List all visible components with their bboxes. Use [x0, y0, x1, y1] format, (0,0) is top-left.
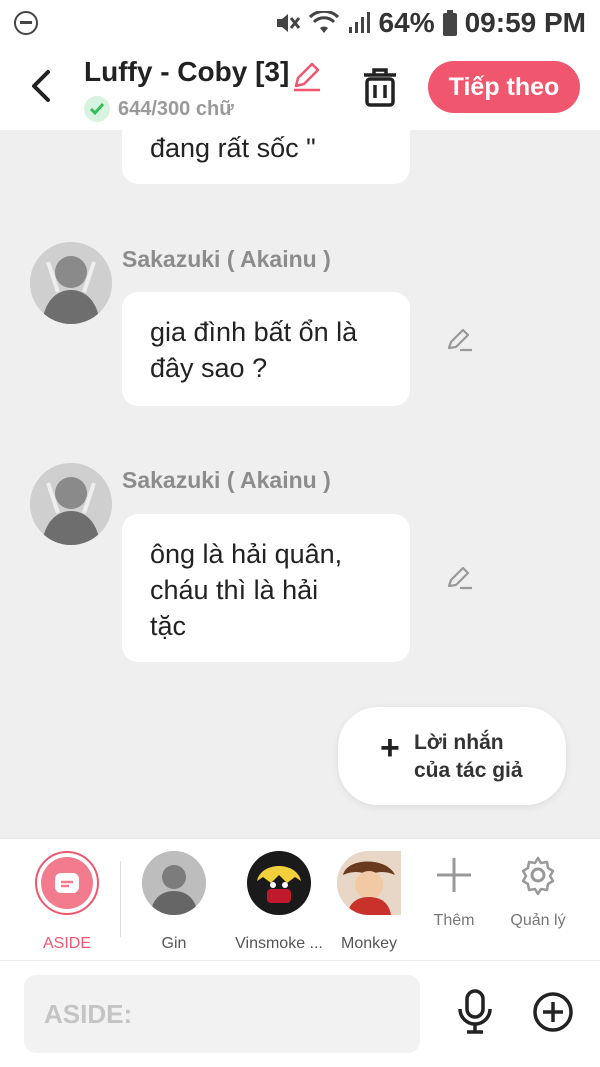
character-monkey[interactable]: Monkey — [324, 851, 414, 953]
avatar[interactable] — [30, 463, 112, 545]
message-line: ông là hải quân, — [150, 539, 343, 569]
trash-icon[interactable] — [360, 66, 400, 108]
signal-icon — [348, 12, 370, 33]
add-character-button[interactable]: Thêm — [414, 855, 494, 930]
do-not-disturb-icon — [14, 11, 38, 35]
character-label: ASIDE — [42, 935, 91, 952]
edit-message-icon[interactable] — [446, 326, 474, 352]
gear-icon — [521, 856, 555, 896]
author-note-button[interactable]: + Lời nhắn của tác giả — [338, 707, 566, 805]
mute-icon — [276, 14, 300, 32]
back-arrow-icon[interactable] — [26, 68, 58, 104]
avatar — [337, 851, 401, 915]
plus-icon — [437, 858, 471, 892]
battery-icon — [442, 10, 457, 36]
character-label: Gin — [161, 935, 187, 952]
character-aside[interactable]: ASIDE — [22, 851, 112, 953]
check-icon — [84, 96, 110, 122]
status-bar: 64% 09:59 PM — [0, 0, 600, 46]
author-note-line2: của tác giả — [414, 759, 523, 782]
input-bar — [0, 960, 600, 1067]
plus-icon: + — [380, 729, 400, 767]
message-line: tặc — [150, 611, 187, 641]
message-line: gia đình bất ổn là — [150, 317, 358, 347]
character-vinsmoke[interactable]: Vinsmoke ... — [234, 851, 324, 953]
edit-message-icon[interactable] — [446, 564, 474, 590]
character-label: Monkey — [340, 935, 398, 952]
divider — [120, 861, 121, 937]
character-gin[interactable]: Gin — [129, 851, 219, 953]
sender-name: Sakazuki ( Akainu ) — [122, 467, 331, 493]
message-input[interactable] — [24, 975, 420, 1053]
character-label: Vinsmoke ... — [235, 935, 323, 952]
message-bubble[interactable]: gia đình bất ổn là đây sao ? — [122, 292, 410, 406]
add-circle-icon[interactable] — [532, 991, 574, 1033]
manage-label: Quản lý — [510, 912, 566, 929]
message-bubble[interactable]: đang rất sốc " — [122, 118, 410, 184]
avatar[interactable] — [30, 242, 112, 324]
edit-title-icon[interactable] — [290, 58, 324, 92]
character-bar: ASIDE Gin Vinsmoke ... Monkey Thêm Quản … — [0, 838, 600, 960]
sender-name: Sakazuki ( Akainu ) — [122, 246, 331, 272]
aside-selected-ring — [35, 851, 99, 915]
avatar — [247, 851, 311, 915]
battery-percent: 64% — [378, 7, 435, 38]
wifi-icon — [308, 11, 339, 33]
next-button[interactable]: Tiếp theo — [428, 61, 580, 113]
clock: 09:59 PM — [464, 7, 586, 38]
aside-icon — [41, 857, 93, 909]
message-line: đây sao ? — [150, 353, 268, 383]
avatar — [142, 851, 206, 915]
author-note-line1: Lời nhắn — [414, 731, 504, 754]
manage-characters-button[interactable]: Quản lý — [498, 855, 578, 930]
add-label: Thêm — [433, 912, 475, 929]
microphone-icon[interactable] — [456, 989, 494, 1035]
story-title: Luffy - Coby [3] — [84, 56, 290, 87]
message-line: cháu thì là hải — [150, 575, 319, 605]
message-bubble[interactable]: ông là hải quân, cháu thì là hải tặc — [122, 514, 410, 662]
message-text: đang rất sốc " — [150, 133, 316, 163]
